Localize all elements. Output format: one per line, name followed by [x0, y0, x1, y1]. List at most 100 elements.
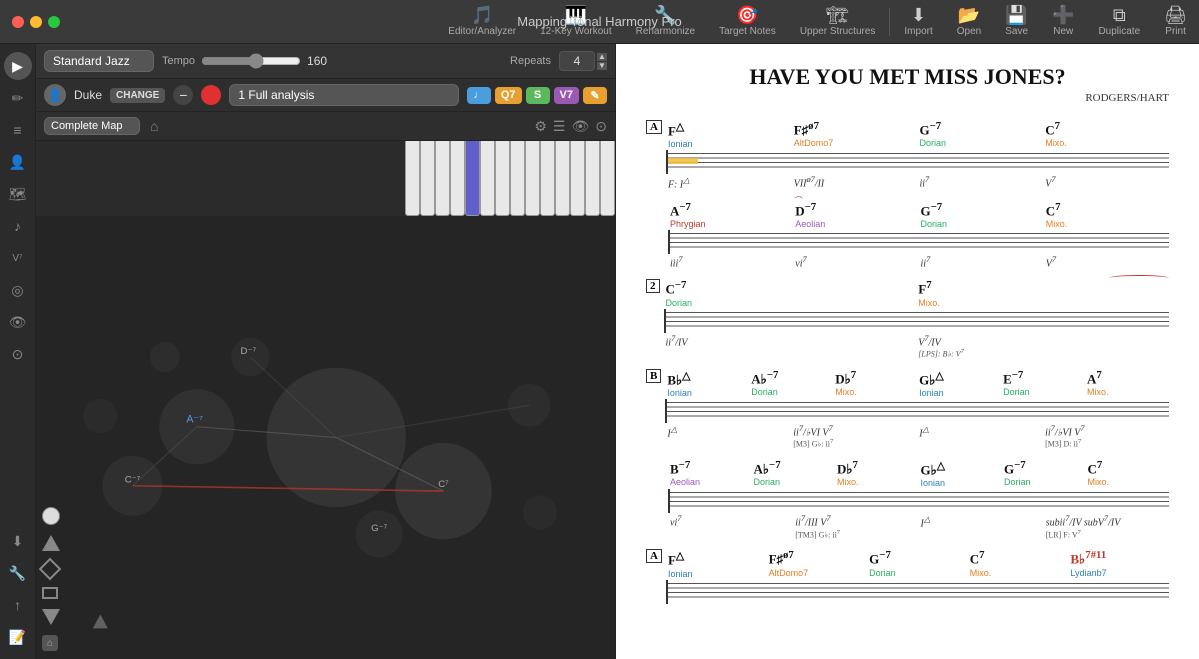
roman-vi7: vi7: [668, 514, 793, 539]
chord-ab-min7-2: A♭−7 Dorian: [752, 459, 836, 488]
tool-pencil-btn[interactable]: ✎: [583, 87, 607, 104]
toolbar-editor[interactable]: 🎵 Editor/Analyzer: [436, 0, 528, 43]
toolbar-new[interactable]: ➕ New: [1040, 0, 1086, 43]
tool-v7-btn[interactable]: V7: [554, 87, 579, 104]
analysis-select[interactable]: 1 Full analysis: [229, 84, 458, 106]
node-label-c: C⁻⁷: [125, 475, 141, 486]
sidebar-download[interactable]: ⬇: [4, 527, 32, 555]
eye-icon[interactable]: 👁: [571, 118, 589, 135]
piano-key-e2[interactable]: [540, 141, 555, 216]
sidebar-circle[interactable]: ◎: [4, 276, 32, 304]
target-label: Target Notes: [719, 26, 776, 37]
change-button[interactable]: CHANGE: [110, 88, 165, 103]
maximize-button[interactable]: [48, 16, 60, 28]
piano-key-c2[interactable]: [510, 141, 525, 216]
section-2-staff: C−7 Dorian F7 Mixo. ii7/IV V7/IV: [664, 279, 1170, 364]
piano-key-a2[interactable]: [585, 141, 600, 216]
import-icon: ⬇: [911, 6, 926, 24]
sidebar-v7[interactable]: V⁷: [4, 244, 32, 272]
tool-s-btn[interactable]: S: [526, 87, 550, 104]
piano-keyboard[interactable]: [405, 141, 615, 216]
sidebar-note[interactable]: ♪: [4, 212, 32, 240]
section-a-final-marker: A: [646, 549, 662, 563]
filter-icon[interactable]: ☰: [553, 118, 566, 135]
chord-g-min7-4: G−7 Dorian: [867, 549, 968, 578]
piano-key-d2[interactable]: [525, 141, 540, 216]
record-button[interactable]: [201, 85, 221, 105]
sidebar-play[interactable]: ▶: [4, 52, 32, 80]
toolbar-print[interactable]: 🖨 Print: [1152, 0, 1199, 43]
tool-q7-btn[interactable]: Q7: [495, 87, 522, 104]
chord-g-min7-3: G−7 Dorian: [1002, 459, 1086, 488]
sidebar-user[interactable]: 👤: [4, 148, 32, 176]
sheet-music-panel[interactable]: HAVE YOU MET MISS JONES? RODGERS/HART A …: [616, 44, 1199, 659]
section-a-row1: A F△ Ionian F♯ø7 AltDomo7 G−7 D: [646, 120, 1169, 197]
toolbar-duplicate[interactable]: ⧉ Duplicate: [1086, 0, 1152, 43]
triangle-down-shape[interactable]: [42, 609, 60, 625]
piano-key-d[interactable]: [420, 141, 435, 216]
chord-e-min7: E−7 Dorian: [1001, 369, 1085, 398]
chord-row-5: B−7 Aeolian A♭−7 Dorian D♭7 Mixo. G♭△: [668, 459, 1169, 488]
minus-button[interactable]: −: [173, 85, 193, 105]
piano-key-b2[interactable]: [600, 141, 615, 216]
piano-key-f2[interactable]: [555, 141, 570, 216]
roman-i-gb: I△: [917, 424, 1043, 449]
circle-shape[interactable]: [42, 507, 60, 525]
chord-row-4: B♭△ Ionian A♭−7 Dorian D♭7 Mixo. G♭△: [665, 369, 1169, 398]
minimize-button[interactable]: [30, 16, 42, 28]
repeats-down[interactable]: ▼: [597, 62, 607, 70]
sheet-composer: RODGERS/HART: [646, 92, 1169, 104]
sidebar-record[interactable]: ⊙: [4, 340, 32, 368]
piano-key-a[interactable]: [480, 141, 495, 216]
piano-key-e[interactable]: [435, 141, 450, 216]
toolbar-open[interactable]: 📂 Open: [945, 0, 993, 43]
chord-gb-maj: G♭△ Ionian: [917, 369, 1001, 398]
sidebar-edit[interactable]: ✏: [4, 84, 32, 112]
roman-ii7-iv: ii7/IV: [664, 334, 917, 359]
rectangle-shape[interactable]: [42, 587, 58, 599]
repeats-up[interactable]: ▲: [597, 53, 607, 61]
triangle-shape[interactable]: [42, 535, 60, 551]
style-select[interactable]: Standard Jazz: [44, 50, 154, 72]
roman-vii: VIIø7/II: [792, 175, 918, 190]
roman-ii7-v7-1: ii7/♭VI V7 [M3] G♭: ii7: [791, 424, 917, 449]
roman-v7: V7: [1043, 175, 1169, 190]
map-svg: A⁻⁷ C⁻⁷ C⁷ D⁻⁷ G⁻⁷ F♯ᵒ D⁻⁷ B♭ᵒ: [36, 216, 615, 659]
home-icon[interactable]: ⌂: [148, 116, 160, 136]
map-tools: ⚙ ☰ 👁 ⊙: [534, 118, 607, 135]
section-a-marker: A: [646, 120, 662, 134]
sidebar-upload[interactable]: ↑: [4, 591, 32, 619]
piano-key-f[interactable]: [450, 141, 465, 216]
sidebar-map[interactable]: 🗺: [4, 180, 32, 208]
toolbar-save[interactable]: 💾 Save: [993, 0, 1040, 43]
toolbar-import[interactable]: ⬇ Import: [892, 0, 944, 43]
sidebar-menu[interactable]: ≡: [4, 116, 32, 144]
sidebar-wrench[interactable]: 🔧: [4, 559, 32, 587]
sidebar-notes[interactable]: 📝: [4, 623, 32, 651]
staff-bar-2: [668, 230, 1169, 254]
upper-structures-label: Upper Structures: [800, 26, 876, 37]
tool-note-btn[interactable]: ♩: [467, 87, 491, 104]
record-icon[interactable]: ⊙: [595, 118, 607, 135]
tempo-slider[interactable]: [201, 53, 301, 69]
chord-db7: D♭7 Mixo.: [833, 369, 917, 398]
chord-c-min7: C−7 Dorian: [664, 279, 917, 307]
roman-vi7: vi7: [793, 255, 918, 269]
roman-v7-2: V7: [1044, 255, 1169, 269]
piano-key-b[interactable]: [495, 141, 510, 216]
piano-key-g2[interactable]: [570, 141, 585, 216]
piano-key-c[interactable]: [405, 141, 420, 216]
section-a-row2: A−7 ⌒ Phrygian D−7 Aeolian G−7 Dorian: [646, 201, 1169, 276]
tool-buttons: ♩ Q7 S V7 ✎: [467, 87, 607, 104]
new-label: New: [1053, 26, 1073, 37]
red-curve-1: [1109, 275, 1169, 281]
sidebar-eye[interactable]: 👁: [4, 308, 32, 336]
settings-icon[interactable]: ⚙: [534, 118, 547, 135]
piano-key-g[interactable]: [465, 141, 480, 216]
map-select[interactable]: Complete Map: [44, 117, 140, 135]
toolbar-target[interactable]: 🎯 Target Notes: [707, 0, 788, 43]
close-button[interactable]: [12, 16, 24, 28]
diamond-shape[interactable]: [39, 558, 62, 581]
home-shape[interactable]: ⌂: [42, 635, 58, 651]
toolbar-upper-structures[interactable]: 🏗 Upper Structures: [788, 0, 888, 43]
